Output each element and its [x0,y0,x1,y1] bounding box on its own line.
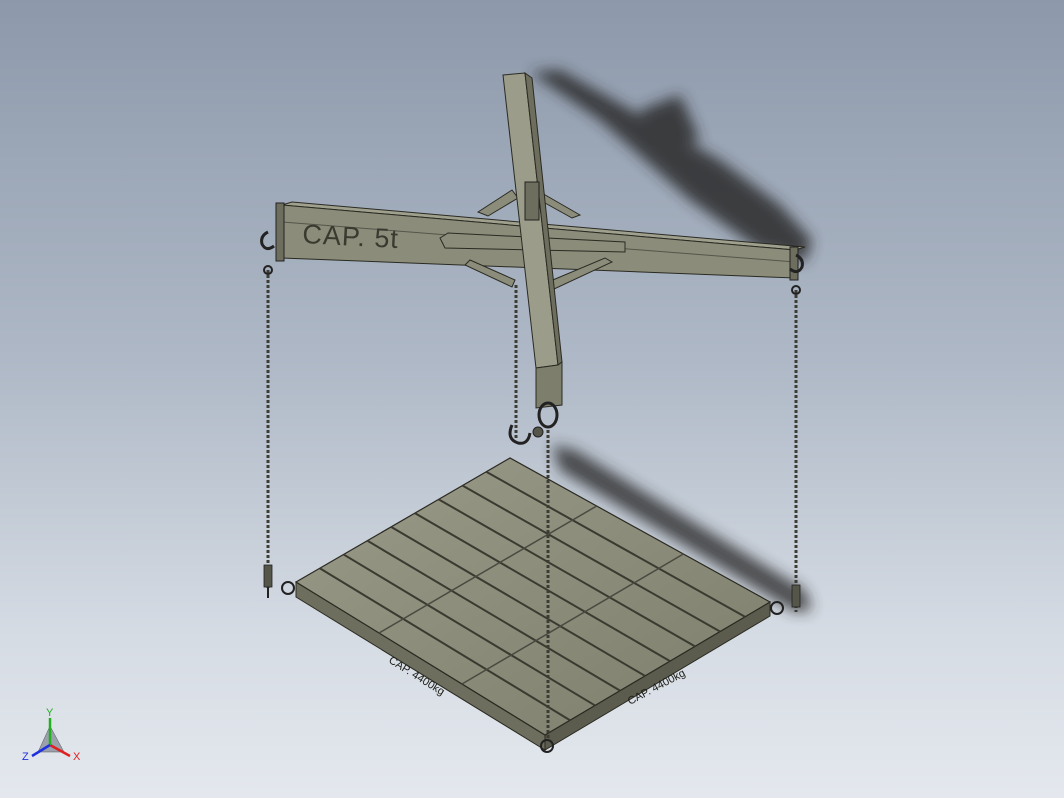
chain-left [263,270,273,598]
triad-y-label: Y [46,707,54,719]
lifting-plate[interactable]: CAP. 4400kg CAP. 4400kg [281,457,784,753]
triad-x-label: X [73,751,81,763]
chain-right [791,290,801,612]
cad-model-view[interactable]: CAP. 4400kg CAP. 4400kg CAP. 5t X Y Z [0,0,1064,798]
lifting-eye-left [281,581,295,595]
brace-back [476,189,519,217]
beam-end-plate-right [789,246,799,281]
view-orientation-triad[interactable]: X Y Z [22,707,81,763]
spreader-beam[interactable]: CAP. 5t [260,71,806,445]
triad-z-label: Z [22,751,29,763]
lifting-eye-right [770,601,784,615]
cross-beam-end [535,361,563,409]
graphics-viewport[interactable]: CAP. 4400kg CAP. 4400kg CAP. 5t X Y Z [0,0,1064,798]
beam-capacity-label: CAP. 5t [302,219,400,254]
beam-end-plate-left [275,202,285,262]
center-lug [524,181,540,221]
hook-left [260,230,275,275]
